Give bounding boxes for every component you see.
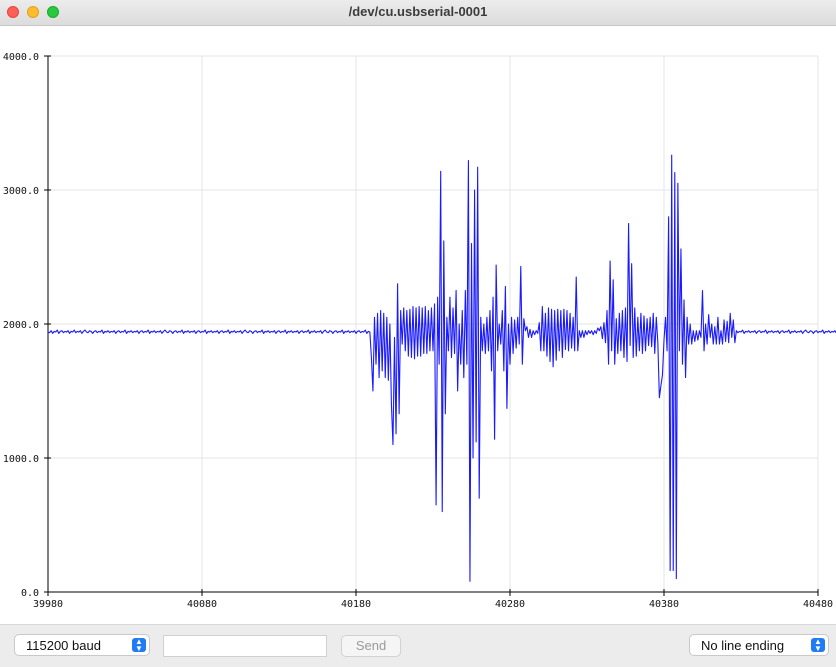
- serial-plot: 0.0 1000.0 2000.0 3000.0 4000.0 39980 40080 401…: [3, 52, 836, 610]
- send-button[interactable]: Send: [341, 635, 401, 657]
- up-down-chevrons-icon: ▲ ▼: [811, 638, 825, 653]
- y-tick-label: 0.0: [21, 588, 39, 599]
- x-tick-label: 40080: [187, 599, 217, 610]
- bottom-toolbar: 115200 baud ▲ ▼ Send No line ending ▲ ▼: [0, 624, 836, 667]
- x-tick-label: 40280: [495, 599, 525, 610]
- y-tick-label: 1000.0: [3, 454, 39, 465]
- line-ending-select[interactable]: No line ending ▲ ▼: [689, 634, 829, 656]
- y-tick-label: 4000.0: [3, 52, 39, 63]
- x-tick-label: 40180: [341, 599, 371, 610]
- up-down-chevrons-icon: ▲ ▼: [132, 638, 146, 653]
- x-tick-label: 40380: [649, 599, 679, 610]
- serial-plotter-area: 0.0 1000.0 2000.0 3000.0 4000.0 39980 40080 401…: [0, 26, 836, 620]
- baud-rate-label: 115200 baud: [26, 638, 101, 653]
- title-bar: /dev/cu.usbserial-0001: [0, 0, 836, 26]
- line-ending-label: No line ending: [701, 638, 785, 653]
- x-tick-label: 39980: [33, 599, 63, 610]
- y-tick-label: 2000.0: [3, 320, 39, 331]
- signal-line-series: [47, 154, 836, 582]
- y-tick-label: 3000.0: [3, 186, 39, 197]
- x-tick-label: 40480: [803, 599, 833, 610]
- baud-rate-select[interactable]: 115200 baud ▲ ▼: [14, 634, 150, 656]
- message-input[interactable]: [163, 635, 327, 657]
- window-title: /dev/cu.usbserial-0001: [348, 4, 488, 19]
